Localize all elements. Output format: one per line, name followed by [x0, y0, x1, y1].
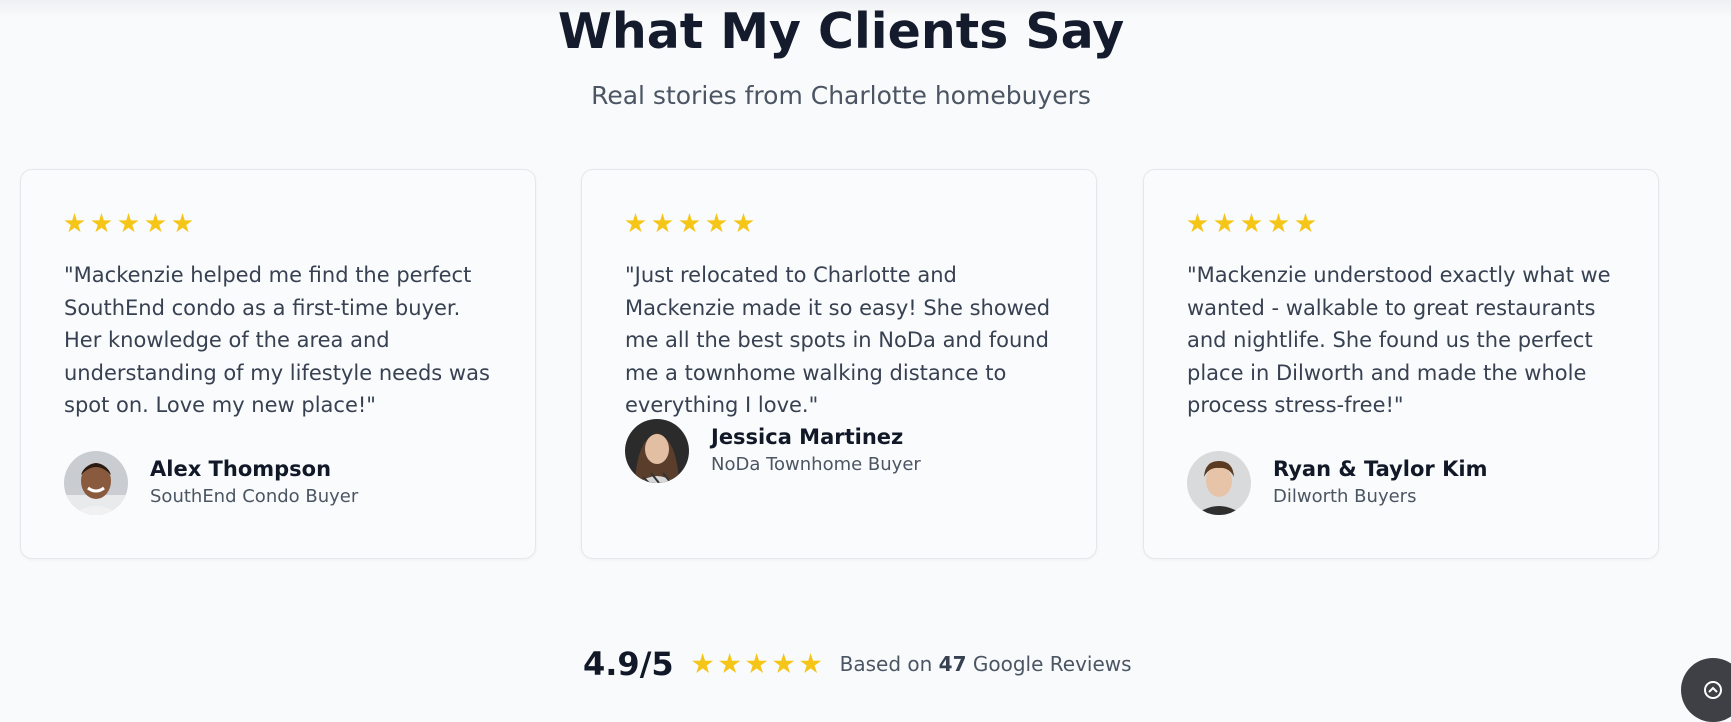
- review-count: 47: [938, 652, 967, 676]
- avatar: [1187, 451, 1251, 515]
- star-icon: [652, 213, 673, 233]
- star-icon: [145, 213, 166, 233]
- avatar: [64, 451, 128, 515]
- rating-stars: [1187, 213, 1316, 234]
- testimonial-author: Jessica Martinez NoDa Townhome Buyer: [625, 419, 921, 483]
- review-summary: 4.9/5 Based on 47 Google Reviews: [583, 640, 1132, 688]
- author-name: Alex Thompson: [150, 457, 332, 481]
- star-icon: [733, 213, 754, 233]
- star-icon: [692, 653, 714, 674]
- testimonial-quote: "Mackenzie understood exactly what we wa…: [1187, 263, 1611, 417]
- star-icon: [679, 213, 700, 233]
- testimonial-quote: "Mackenzie helped me find the perfect So…: [64, 263, 490, 417]
- star-icon: [1241, 213, 1262, 233]
- rating-stars: [64, 213, 193, 234]
- section-title: What My Clients Say: [557, 3, 1125, 60]
- average-score: 4.9/5: [583, 645, 674, 683]
- star-icon: [773, 653, 795, 674]
- summary-stars: [692, 653, 822, 675]
- testimonial-quote: "Just relocated to Charlotte and Mackenz…: [625, 263, 1051, 417]
- review-count-text: Based on 47 Google Reviews: [840, 652, 1132, 676]
- author-role: Dilworth Buyers: [1273, 486, 1417, 507]
- chat-widget-button[interactable]: [1681, 658, 1731, 722]
- star-icon: [64, 213, 85, 233]
- chat-widget-icon: [1704, 681, 1722, 699]
- star-icon: [719, 653, 741, 674]
- section-subtitle: Real stories from Charlotte homebuyers: [591, 81, 1091, 110]
- based-suffix: Google Reviews: [972, 652, 1132, 676]
- author-role: SouthEnd Condo Buyer: [150, 486, 359, 507]
- star-icon: [625, 213, 646, 233]
- rating-stars: [625, 213, 754, 234]
- author-name: Ryan & Taylor Kim: [1273, 457, 1488, 481]
- star-icon: [1214, 213, 1235, 233]
- star-icon: [172, 213, 193, 233]
- star-icon: [118, 213, 139, 233]
- star-icon: [800, 653, 822, 674]
- star-icon: [706, 213, 727, 233]
- star-icon: [1295, 213, 1316, 233]
- star-icon: [91, 213, 112, 233]
- testimonial-card: "Mackenzie helped me find the perfect So…: [20, 169, 536, 559]
- based-prefix: Based on: [839, 652, 933, 676]
- testimonial-card: "Mackenzie understood exactly what we wa…: [1143, 169, 1659, 559]
- author-role: NoDa Townhome Buyer: [711, 454, 921, 475]
- star-icon: [746, 653, 768, 674]
- testimonial-card: "Just relocated to Charlotte and Mackenz…: [581, 169, 1097, 559]
- avatar: [625, 419, 689, 483]
- testimonial-author: Alex Thompson SouthEnd Condo Buyer: [64, 451, 358, 515]
- author-name: Jessica Martinez: [711, 425, 904, 449]
- star-icon: [1268, 213, 1289, 233]
- testimonial-author: Ryan & Taylor Kim Dilworth Buyers: [1187, 451, 1487, 515]
- star-icon: [1187, 213, 1208, 233]
